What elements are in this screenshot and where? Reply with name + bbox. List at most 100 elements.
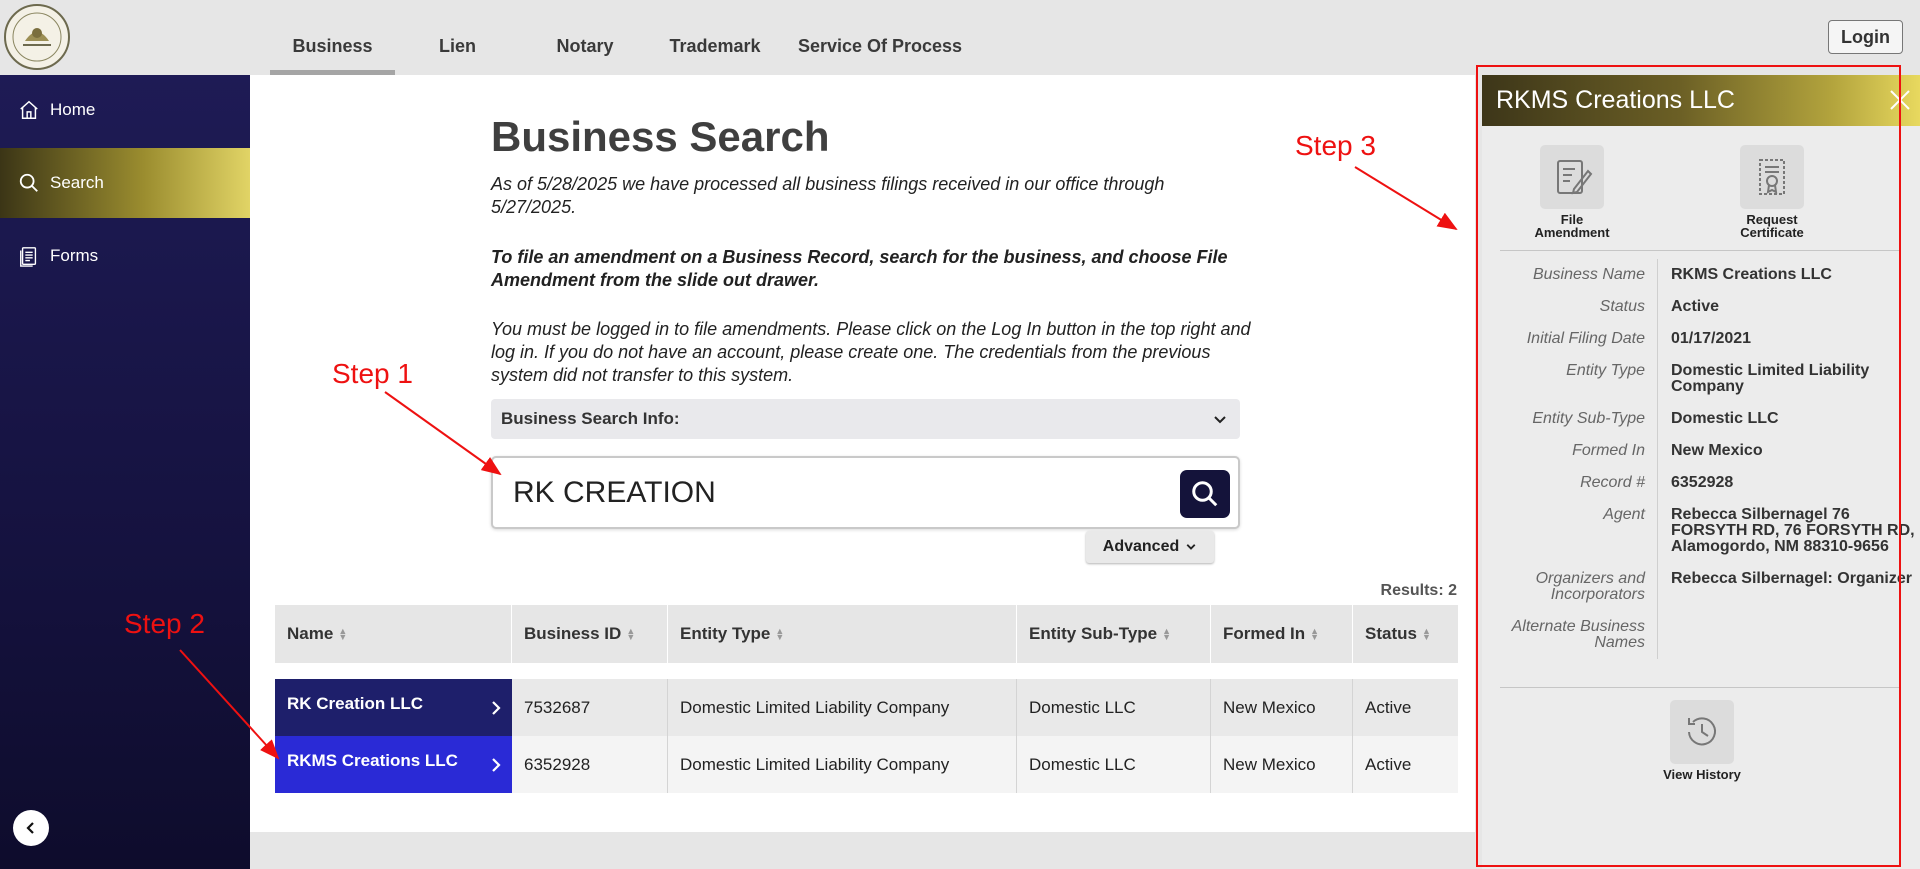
step1-annotation: Step 1 (332, 358, 413, 389)
detail-label: Alternate Business Names (1500, 611, 1658, 659)
sidebar-item-label: Home (50, 100, 96, 119)
tab-lien[interactable]: Lien (395, 0, 520, 75)
column-header-formed-in[interactable]: Formed In ▲ ▼ (1211, 605, 1353, 663)
divider (1500, 250, 1900, 251)
status: Active (1365, 697, 1412, 717)
chevron-right-icon (492, 700, 501, 715)
chevron-left-icon (26, 822, 34, 834)
search-icon (1192, 481, 1218, 507)
table-row[interactable]: RK Creation LLC 7532687 Domestic Limited… (275, 679, 1458, 736)
business-name: RK Creation LLC (287, 693, 423, 713)
formed-in: New Mexico (1211, 679, 1353, 736)
request-certificate-button[interactable]: Request Certificate (1712, 145, 1832, 239)
login-button[interactable]: Login (1828, 20, 1903, 54)
sidebar-item-home[interactable]: Home (0, 75, 250, 145)
detail-value: Domestic Limited Liability Company (1671, 362, 1870, 395)
search-button[interactable] (1180, 470, 1230, 518)
detail-label: Business Name (1500, 259, 1658, 291)
tab-notary[interactable]: Notary (520, 0, 650, 75)
sidebar-item-search[interactable]: Search (0, 148, 262, 218)
detail-label: Initial Filing Date (1500, 323, 1658, 355)
step3-annotation: Step 3 (1295, 130, 1376, 161)
detail-label: Record # (1500, 467, 1658, 499)
detail-label: Entity Type (1500, 355, 1658, 403)
detail-value: RKMS Creations LLC (1671, 266, 1832, 283)
column-header-business-id[interactable]: Business ID ▲ ▼ (512, 605, 668, 663)
business-id: 7532687 (512, 679, 668, 736)
detail-label: Entity Sub-Type (1500, 403, 1658, 435)
action-label: File Amendment (1534, 212, 1610, 240)
detail-value: 6352928 (1671, 474, 1734, 491)
collapse-sidebar-button[interactable] (13, 810, 49, 846)
search-input[interactable] (511, 472, 1151, 514)
sort-icon: ▲ ▼ (1421, 626, 1431, 642)
detail-row: Status Active (1500, 291, 1920, 323)
column-header-label: Formed In (1223, 624, 1306, 643)
business-detail-drawer: RKMS Creations LLC File Amendment Request… (1482, 75, 1920, 869)
detail-value: New Mexico (1671, 442, 1763, 459)
business-name: RKMS Creations LLC (287, 750, 458, 770)
table-row[interactable]: RKMS Creations LLC 6352928 Domestic Limi… (275, 736, 1458, 793)
column-header-name[interactable]: Name ▲ ▼ (275, 605, 512, 663)
history-icon (1670, 700, 1734, 764)
detail-row: Entity Type Domestic Limited Liability Co… (1500, 355, 1920, 403)
business-search-info-toggle[interactable]: Business Search Info: (491, 399, 1240, 439)
advanced-search-button[interactable]: Advanced (1086, 531, 1214, 563)
search-icon (19, 173, 38, 192)
chevron-right-icon (492, 757, 501, 772)
detail-value: 01/17/2021 (1671, 330, 1752, 347)
state-seal-logo (4, 4, 70, 70)
detail-label: Status (1500, 291, 1658, 323)
drawer-title: RKMS Creations LLC (1496, 86, 1735, 114)
search-box (491, 456, 1240, 529)
row-name-cell[interactable]: RK Creation LLC (275, 679, 512, 736)
top-nav-tabs: Business Lien Notary Trademark Service O… (270, 0, 980, 75)
page-title: Business Search (491, 113, 830, 160)
row-name-cell[interactable]: RKMS Creations LLC (275, 736, 512, 793)
tab-service-of-process[interactable]: Service Of Process (780, 0, 980, 75)
home-icon (20, 100, 38, 119)
detail-row: Alternate Business Names (1500, 611, 1920, 659)
action-label: Request Certificate (1740, 212, 1804, 240)
column-header-entity-type[interactable]: Entity Type ▲ ▼ (668, 605, 1017, 663)
column-header-status[interactable]: Status ▲ ▼ (1353, 605, 1458, 663)
sort-icon: ▲ ▼ (1162, 626, 1172, 642)
entity-sub-type: Domestic LLC (1017, 679, 1211, 736)
sidebar-item-forms[interactable]: Forms (0, 221, 250, 291)
status: Active (1365, 754, 1412, 774)
detail-row: Agent Rebecca Silbernagel 76 FORSYTH RD, … (1500, 499, 1920, 563)
sort-icon: ▲ ▼ (1310, 626, 1320, 642)
results-count: Results: 2 (1380, 582, 1457, 599)
tab-trademark[interactable]: Trademark (650, 0, 780, 75)
column-header-entity-sub-type[interactable]: Entity Sub-Type ▲ ▼ (1017, 605, 1211, 663)
file-amendment-button[interactable]: File Amendment (1512, 145, 1632, 239)
detail-value: Active (1671, 298, 1720, 315)
detail-label: Agent (1500, 499, 1658, 563)
advanced-label: Advanced (1102, 538, 1180, 555)
view-history-button[interactable]: View History (1652, 700, 1752, 781)
sidebar-item-label: Search (50, 173, 104, 192)
file-amendment-icon (1540, 145, 1604, 209)
forms-icon (20, 247, 37, 267)
business-details: Business Name RKMS Creations LLC Status Ac… (1500, 259, 1920, 659)
step2-annotation: Step 2 (124, 608, 205, 639)
entity-type: Domestic Limited Liability Company (668, 736, 1017, 793)
chevron-down-icon (1186, 544, 1196, 550)
sort-icon: ▲ ▼ (775, 626, 785, 642)
divider (1500, 687, 1900, 688)
processing-notice: As of 5/28/2025 we have processed all bu… (491, 174, 1165, 217)
formed-in: New Mexico (1211, 736, 1353, 793)
login-notice: You must be logged in to file amendments… (491, 319, 1251, 385)
entity-sub-type: Domestic LLC (1017, 736, 1211, 793)
column-header-label: Name (287, 624, 334, 643)
sidebar-item-label: Forms (50, 246, 99, 265)
detail-row: Business Name RKMS Creations LLC (1500, 259, 1920, 291)
detail-row: Entity Sub-Type Domestic LLC (1500, 403, 1920, 435)
tab-business[interactable]: Business (270, 0, 395, 75)
close-icon[interactable] (1885, 85, 1915, 115)
detail-row: Formed In New Mexico (1500, 435, 1920, 467)
info-label: Business Search Info: (501, 409, 680, 428)
sort-icon: ▲ ▼ (626, 626, 636, 642)
table-header: Name ▲ ▼ Business ID ▲ ▼ Entity Type ▲ ▼ Entit… (275, 605, 1458, 663)
detail-value: Rebecca Silbernagel 76 FORSYTH RD, 76 FO… (1671, 506, 1915, 555)
